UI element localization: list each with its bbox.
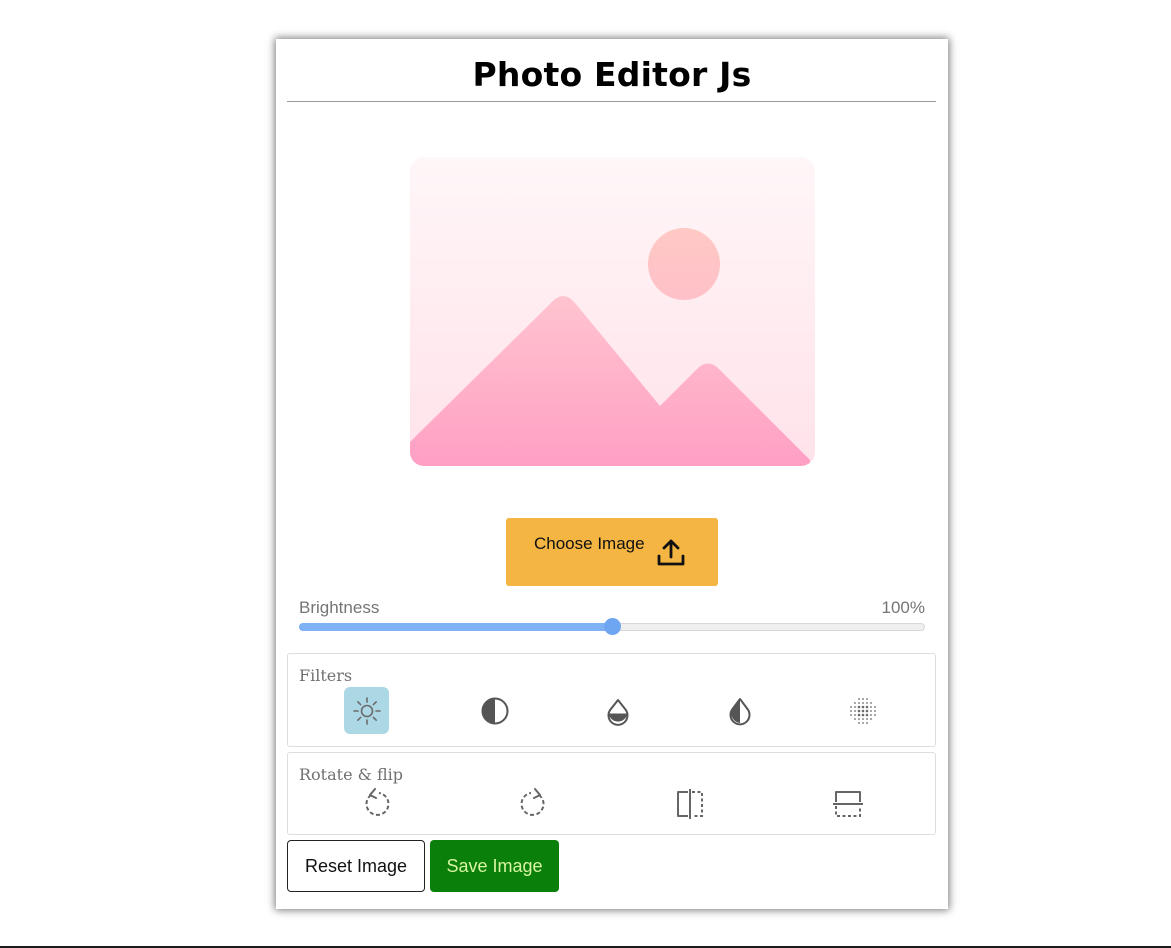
filter-grayscale-button[interactable] [840, 687, 885, 734]
sun-icon [352, 696, 381, 725]
flip-vertical-button[interactable] [825, 780, 870, 827]
dot-grid-icon [849, 697, 876, 724]
filters-label: Filters [299, 666, 353, 685]
editor-card: Photo Editor Js Choose Image Brightness … [276, 39, 948, 909]
half-circle-icon [481, 697, 508, 724]
inverted-droplet-icon [729, 697, 750, 725]
filter-inversion-button[interactable] [717, 687, 762, 734]
flip-horizontal-icon [676, 788, 703, 819]
brightness-slider[interactable] [299, 618, 925, 635]
choose-image-label: Choose Image [534, 534, 645, 553]
rotate-left-icon [364, 787, 389, 816]
rotate-left-button[interactable] [354, 780, 399, 827]
image-preview [410, 157, 815, 466]
filters-panel: Filters [287, 653, 936, 747]
slider-fill [299, 623, 612, 631]
image-placeholder-icon [410, 157, 815, 466]
filter-brightness-button[interactable] [344, 687, 389, 734]
slider-value: 100% [881, 598, 925, 617]
filter-saturation-button[interactable] [595, 687, 640, 734]
droplet-half-icon [607, 698, 628, 726]
reset-image-button[interactable]: Reset Image [287, 840, 425, 892]
title-divider [287, 101, 936, 102]
save-image-button[interactable]: Save Image [430, 840, 559, 892]
rotate-right-button[interactable] [510, 780, 555, 827]
flip-horizontal-button[interactable] [667, 780, 712, 827]
filter-contrast-button[interactable] [472, 687, 517, 734]
flip-vertical-icon [832, 790, 863, 817]
slider-thumb[interactable] [604, 618, 621, 635]
rotate-flip-panel: Rotate & flip [287, 752, 936, 835]
choose-image-button[interactable]: Choose Image [506, 518, 718, 586]
rotate-right-icon [520, 787, 545, 816]
page-title: Photo Editor Js [472, 55, 752, 94]
upload-icon [656, 538, 686, 573]
slider-label: Brightness [299, 598, 380, 617]
